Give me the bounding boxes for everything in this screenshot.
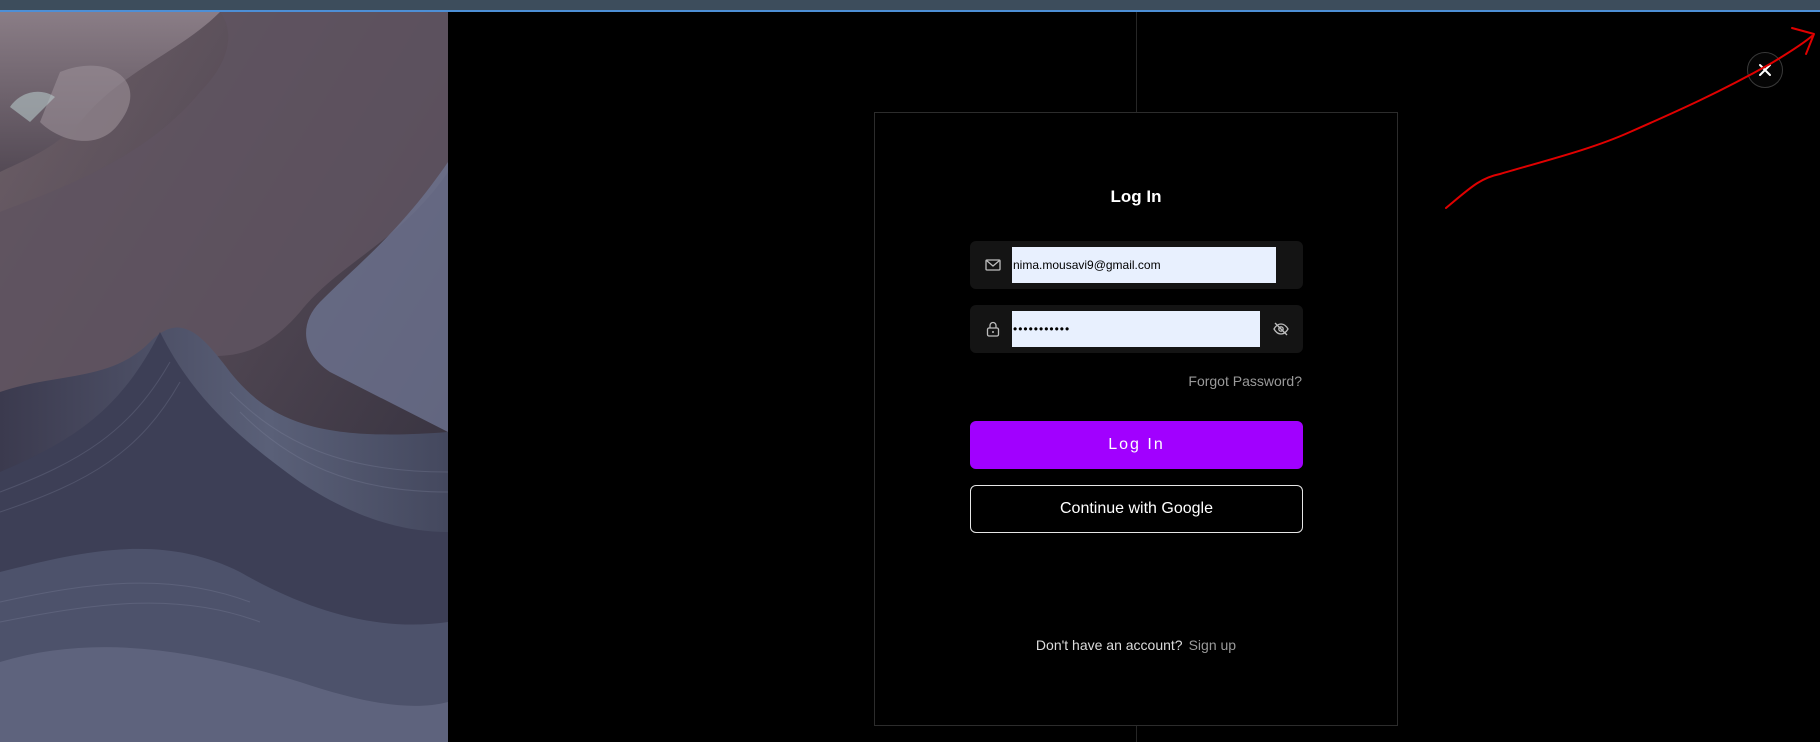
login-button[interactable]: Log In: [970, 421, 1303, 469]
canyon-illustration: [0, 12, 448, 742]
hero-image-canyon: [0, 12, 448, 742]
close-icon: [1759, 64, 1771, 76]
signup-row: Don't have an account? Sign up: [875, 637, 1397, 653]
forgot-password-link[interactable]: Forgot Password?: [1188, 373, 1302, 389]
lock-icon: [984, 320, 1002, 338]
google-login-button[interactable]: Continue with Google: [970, 485, 1303, 533]
page-title: Log In: [1110, 187, 1162, 206]
password-field: [970, 305, 1303, 353]
login-card: Log In Forgot Password? Lo: [874, 112, 1398, 726]
mail-icon: [984, 256, 1002, 274]
eye-off-icon[interactable]: [1272, 320, 1290, 338]
signup-link[interactable]: Sign up: [1189, 637, 1236, 653]
close-button[interactable]: [1747, 52, 1783, 88]
signup-prompt: Don't have an account?: [1035, 637, 1183, 653]
email-input[interactable]: [1012, 247, 1276, 283]
password-input[interactable]: [1012, 311, 1260, 347]
email-field: [970, 241, 1303, 289]
browser-top-bar: [0, 0, 1820, 12]
